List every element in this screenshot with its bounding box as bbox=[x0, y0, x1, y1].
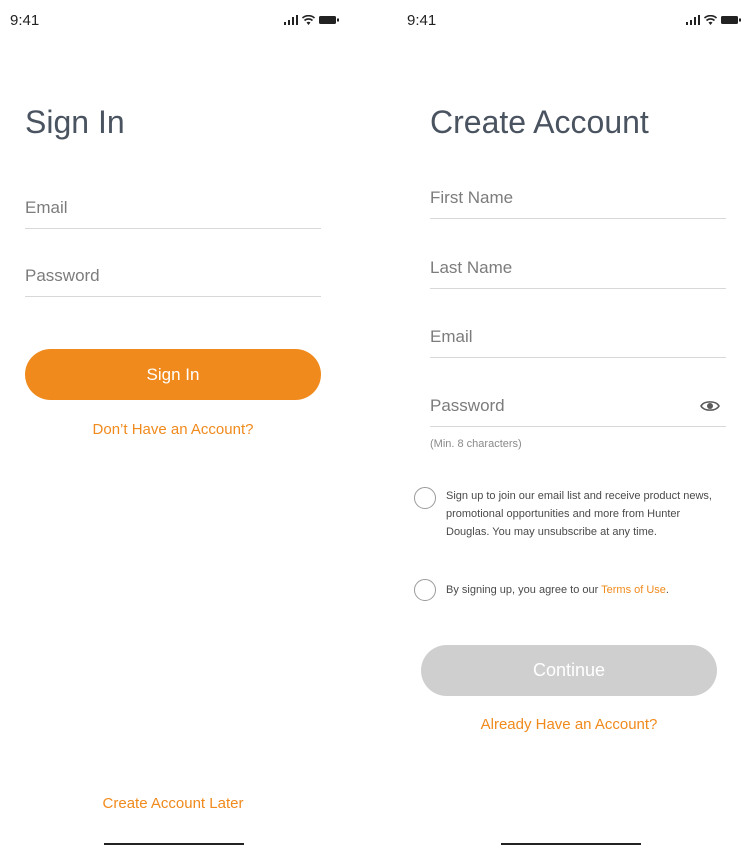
terms-of-use-link[interactable]: Terms of Use bbox=[601, 584, 666, 596]
signal-icon bbox=[284, 12, 298, 30]
first-name-field-container bbox=[430, 178, 726, 219]
page-title: Create Account bbox=[430, 104, 649, 140]
email-field[interactable] bbox=[25, 188, 321, 228]
sign-in-screen: 9:41 Sign In Sign In Don’t Have an Accou… bbox=[0, 0, 360, 845]
email-field[interactable] bbox=[430, 317, 726, 357]
terms-consent-text: By signing up, you agree to our Terms of… bbox=[446, 581, 726, 599]
status-time: 9:41 bbox=[407, 12, 437, 29]
eye-icon[interactable] bbox=[700, 399, 720, 418]
status-time: 9:41 bbox=[10, 12, 40, 29]
wifi-icon bbox=[301, 12, 316, 30]
already-have-account-link[interactable]: Already Have an Account? bbox=[421, 716, 717, 733]
email-list-consent-text: Sign up to join our email list and recei… bbox=[446, 490, 712, 538]
create-account-later-link[interactable]: Create Account Later bbox=[25, 795, 321, 812]
terms-checkbox[interactable] bbox=[414, 579, 436, 601]
battery-icon bbox=[319, 12, 339, 30]
last-name-field-container bbox=[430, 248, 726, 289]
password-field-container bbox=[430, 386, 726, 427]
terms-suffix: . bbox=[665, 584, 669, 596]
battery-icon bbox=[721, 12, 741, 30]
password-field[interactable] bbox=[430, 386, 680, 426]
status-icons bbox=[284, 12, 339, 30]
email-field-container bbox=[430, 317, 726, 358]
create-account-screen: 9:41 Create Account (Min. 8 characters) … bbox=[390, 0, 750, 845]
first-name-field[interactable] bbox=[430, 178, 726, 218]
wifi-icon bbox=[703, 12, 718, 30]
continue-button[interactable]: Continue bbox=[421, 645, 717, 696]
password-field-container bbox=[25, 256, 321, 297]
last-name-field[interactable] bbox=[430, 248, 726, 288]
password-field[interactable] bbox=[25, 256, 321, 296]
password-hint: (Min. 8 characters) bbox=[430, 438, 522, 450]
page-title: Sign In bbox=[25, 104, 125, 140]
email-list-checkbox[interactable] bbox=[414, 487, 436, 509]
sign-in-button[interactable]: Sign In bbox=[25, 349, 321, 400]
status-icons bbox=[686, 12, 741, 30]
dont-have-account-link[interactable]: Don’t Have an Account? bbox=[25, 421, 321, 438]
email-field-container bbox=[25, 188, 321, 229]
signal-icon bbox=[686, 12, 700, 30]
terms-prefix: By signing up, you agree to our bbox=[446, 584, 602, 596]
